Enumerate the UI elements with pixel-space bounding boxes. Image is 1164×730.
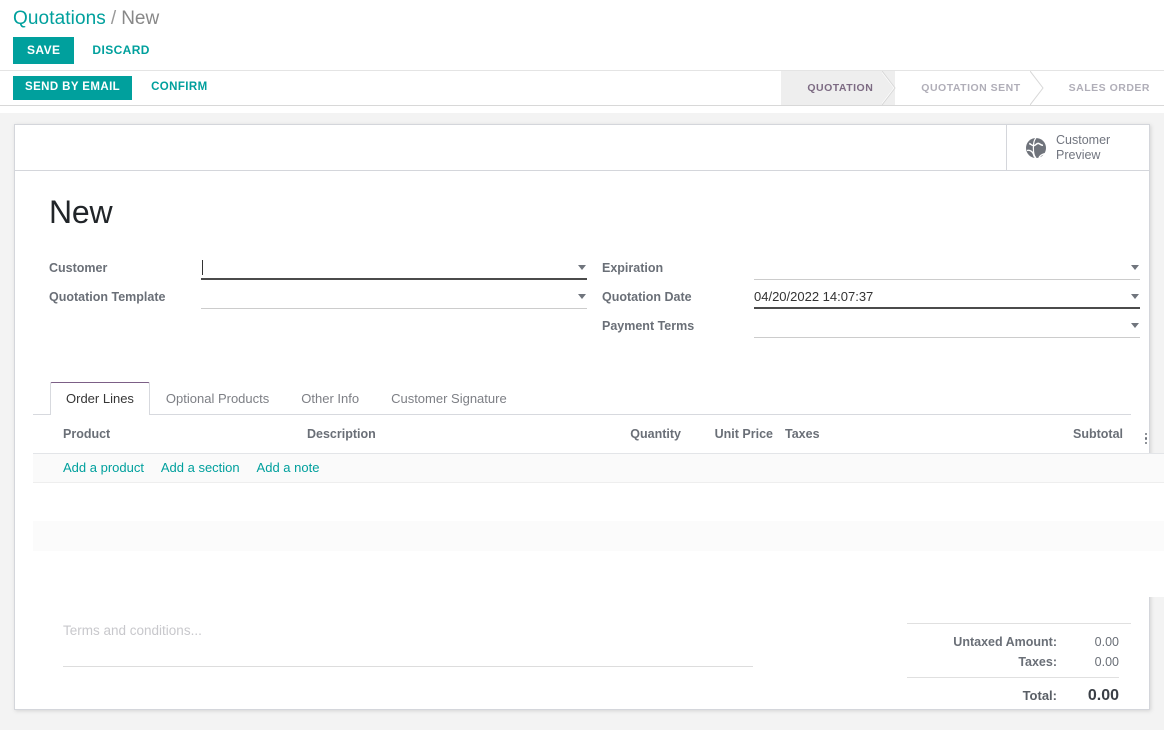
text-caret (202, 260, 203, 276)
field-quotation-date: Quotation Date 04/20/2022 14:07:37 (602, 286, 1140, 315)
customer-preview-label: Customer Preview (1056, 133, 1110, 163)
field-payment-terms: Payment Terms (602, 315, 1140, 344)
empty-row (33, 482, 1164, 522)
empty-row (33, 551, 1164, 598)
quotation-template-input[interactable] (201, 286, 587, 310)
column-header-quantity: Quantity (601, 415, 687, 455)
terms-section: Terms and conditions... (33, 623, 753, 668)
chevron-down-icon[interactable] (1131, 323, 1139, 329)
column-header-taxes: Taxes (779, 415, 969, 455)
order-lines-body: Add a product Add a section Add a note (33, 453, 1164, 598)
discard-button[interactable]: DISCARD (82, 37, 159, 64)
button-box: Customer Preview (15, 125, 1149, 171)
total-untaxed-amount-value: 0.00 (1094, 635, 1119, 650)
total-grand: Total: 0.00 (907, 677, 1119, 708)
field-expiration: Expiration (602, 257, 1140, 286)
add-line-cell: Add a product Add a section Add a note (33, 453, 1164, 484)
tab-order-lines[interactable]: Order Lines (50, 382, 150, 416)
form-sheet: Customer Preview New Customer Quotation … (14, 124, 1164, 710)
breadcrumb-current: New (121, 8, 160, 29)
totals-section: Untaxed Amount: 0.00 Taxes: 0.00 Total: … (907, 623, 1131, 708)
total-taxes-label: Taxes: (1018, 655, 1057, 670)
order-lines-header-row: Product Description Quantity Unit Price … (33, 415, 1164, 455)
form-column-right: Expiration Quotation Date 04/20/2022 14:… (602, 257, 1140, 344)
record-dirty-actions: SAVE DISCARD (0, 32, 1164, 70)
stage-chevron-icon (1029, 71, 1044, 105)
add-a-product-link[interactable]: Add a product (63, 460, 144, 475)
quotation-date-value: 04/20/2022 14:07:37 (754, 289, 874, 305)
order-lines-table: Product Description Quantity Unit Price … (33, 415, 1164, 598)
breadcrumb-separator: / (110, 8, 117, 29)
total-taxes: Taxes: 0.00 (907, 652, 1119, 672)
tab-customer-signature[interactable]: Customer Signature (375, 382, 523, 415)
total-untaxed-amount-label: Untaxed Amount: (953, 635, 1057, 650)
terms-and-conditions-input[interactable]: Terms and conditions... (63, 623, 753, 668)
vertical-dots-icon[interactable] (1144, 432, 1148, 445)
field-payment-terms-label: Payment Terms (602, 319, 695, 334)
chevron-down-icon[interactable] (578, 265, 586, 271)
chevron-down-icon[interactable] (578, 294, 586, 300)
form-fields: Customer Quotation Template Expiration Q… (33, 257, 1140, 344)
breadcrumb: Quotations / New (0, 0, 1164, 32)
customer-preview-line2: Preview (1056, 147, 1101, 162)
notebook: Order Lines Optional Products Other Info… (33, 382, 1164, 708)
total-taxes-value: 0.00 (1094, 655, 1119, 670)
chevron-down-icon[interactable] (1131, 265, 1139, 271)
payment-terms-input[interactable] (754, 315, 1140, 339)
globe-icon (1025, 137, 1047, 159)
field-customer-label: Customer (49, 261, 108, 276)
column-header-subtotal: Subtotal (969, 415, 1129, 455)
stage-quotation-sent-label: QUOTATION SENT (921, 82, 1021, 94)
stage-chevron-icon (882, 71, 896, 105)
stage-quotation-label: QUOTATION (807, 82, 874, 94)
confirm-button[interactable]: CONFIRM (141, 76, 217, 101)
statusbar: SEND BY EMAIL CONFIRM QUOTATION QUOTATIO… (0, 70, 1164, 106)
field-quotation-template: Quotation Template (49, 286, 587, 315)
expiration-input[interactable] (754, 257, 1140, 281)
total-grand-value: 0.00 (1087, 687, 1119, 705)
sheet-inner: New Customer Quotation Template Expirati… (15, 171, 1164, 708)
column-header-product: Product (33, 415, 301, 455)
chevron-down-icon[interactable] (1131, 294, 1139, 300)
quotation-date-input[interactable]: 04/20/2022 14:07:37 (754, 286, 1140, 310)
statusbar-stages: QUOTATION QUOTATION SENT SALES ORDER (781, 71, 1164, 105)
customer-preview-button[interactable]: Customer Preview (1006, 125, 1149, 170)
customer-preview-line1: Customer (1056, 132, 1111, 147)
stage-sales-order-label: SALES ORDER (1068, 82, 1150, 94)
field-quotation-date-label: Quotation Date (602, 290, 692, 305)
total-grand-label: Total: (1022, 688, 1057, 704)
stage-quotation[interactable]: QUOTATION (781, 71, 896, 105)
stage-quotation-sent[interactable]: QUOTATION SENT (895, 71, 1044, 105)
empty-row (33, 521, 1164, 552)
column-header-unit-price: Unit Price (687, 415, 779, 455)
tab-other-info[interactable]: Other Info (285, 382, 375, 415)
customer-input[interactable] (201, 257, 587, 281)
breadcrumb-root-link[interactable]: Quotations (13, 8, 106, 30)
total-untaxed-amount: Untaxed Amount: 0.00 (907, 632, 1119, 652)
page-title: New (49, 194, 113, 230)
stage-sales-order[interactable]: SALES ORDER (1043, 71, 1164, 105)
add-line-row: Add a product Add a section Add a note (33, 453, 1164, 484)
tab-optional-products[interactable]: Optional Products (150, 382, 285, 415)
column-header-description: Description (301, 415, 601, 455)
form-column-left: Customer Quotation Template (49, 257, 587, 344)
add-a-section-link[interactable]: Add a section (161, 460, 240, 475)
save-button[interactable]: SAVE (13, 37, 75, 64)
order-lines-footer: Terms and conditions... Untaxed Amount: … (33, 597, 1131, 708)
column-options-toggle[interactable] (1129, 415, 1164, 455)
control-panel: Quotations / New SAVE DISCARD (0, 0, 1164, 70)
notebook-tabs: Order Lines Optional Products Other Info… (33, 382, 1131, 416)
field-expiration-label: Expiration (602, 261, 664, 276)
field-quotation-template-label: Quotation Template (49, 290, 166, 305)
statusbar-action-buttons: SEND BY EMAIL CONFIRM (0, 75, 218, 101)
send-by-email-button[interactable]: SEND BY EMAIL (13, 75, 133, 101)
add-a-note-link[interactable]: Add a note (257, 460, 320, 475)
field-customer: Customer (49, 257, 587, 286)
